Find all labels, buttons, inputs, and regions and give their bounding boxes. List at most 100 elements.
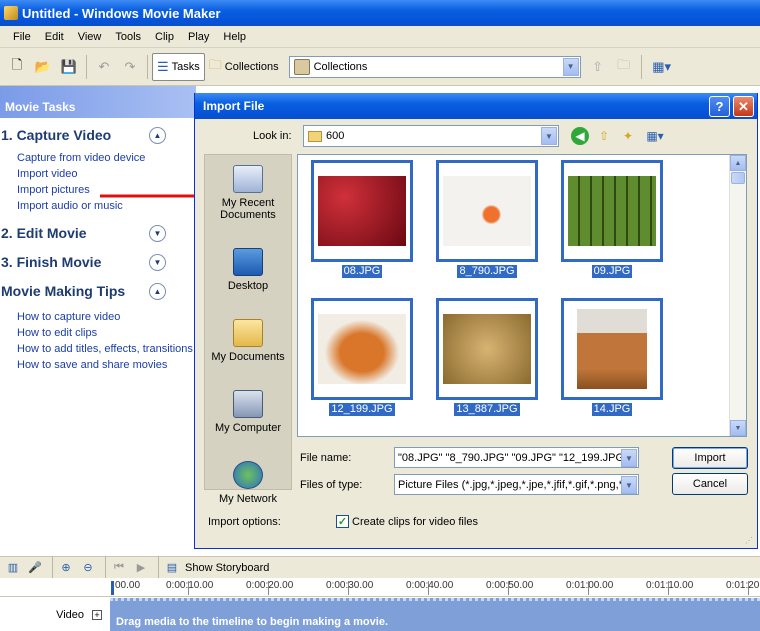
chevron-down-icon[interactable]: ▼ [541, 127, 557, 145]
timeline-options-icon[interactable]: ▥ [4, 559, 22, 577]
movie-tasks-header: Movie Tasks [0, 86, 196, 118]
section-edit-movie[interactable]: 2. Edit Movie ▼ [0, 220, 196, 246]
menu-play[interactable]: Play [181, 31, 216, 43]
narrate-microphone-icon[interactable]: 🎤 [26, 559, 44, 577]
place-label: My Computer [214, 422, 282, 434]
link-how-to-add-titles[interactable]: How to add titles, effects, transitions [0, 341, 196, 357]
menu-file[interactable]: File [6, 31, 38, 43]
save-project-icon[interactable]: 💾 [58, 56, 80, 78]
open-project-icon[interactable]: 📂 [32, 56, 54, 78]
section-capture-video[interactable]: 1. Capture Video ▲ [0, 122, 196, 148]
zoom-out-icon[interactable]: ⊖ [79, 559, 97, 577]
image-8-790 [443, 176, 531, 246]
rewind-icon[interactable]: ⏮ [110, 559, 128, 577]
chevron-up-icon[interactable]: ▲ [149, 282, 166, 300]
zoom-in-icon[interactable]: ⊕ [57, 559, 75, 577]
link-capture-from-device[interactable]: Capture from video device [0, 150, 196, 166]
views-icon[interactable]: ▦▾ [648, 56, 676, 78]
link-how-to-edit-clips[interactable]: How to edit clips [0, 325, 196, 341]
file-name-combobox[interactable]: "08.JPG" "8_790.JPG" "09.JPG" "12_199.JP… [394, 447, 639, 468]
look-in-dropdown[interactable]: 600 ▼ [303, 125, 559, 147]
undo-icon[interactable]: ↶ [93, 56, 115, 78]
files-of-type-dropdown[interactable]: Picture Files (*.jpg,*.jpeg,*.jpe,*.jfif… [394, 474, 639, 495]
help-button[interactable]: ? [709, 96, 730, 117]
file-thumbnail[interactable]: 14.JPG [561, 298, 663, 416]
up-folder-icon[interactable]: ⇧ [595, 127, 613, 145]
desktop-icon [233, 248, 263, 276]
chevron-down-icon[interactable]: ▼ [621, 476, 637, 494]
chevron-down-icon[interactable]: ▼ [621, 449, 637, 467]
menu-view[interactable]: View [71, 31, 109, 43]
look-in-label: Look in: [253, 130, 292, 142]
view-menu-icon[interactable]: ▦▾ [643, 127, 667, 145]
ruler-tick: 0:01:00.00 [566, 580, 614, 591]
toolbar-separator [105, 555, 106, 580]
file-list: 08.JPG 8_790.JPG 09.JPG 12_199.JPG 13_88… [297, 154, 747, 437]
places-bar: My Recent Documents Desktop My Documents… [204, 154, 292, 505]
file-thumbnail[interactable]: 8_790.JPG [436, 160, 538, 278]
window-title: Untitled - Windows Movie Maker [22, 5, 221, 21]
collections-button[interactable]: 🗀 Collections [205, 53, 283, 81]
collections-folder-icon: 🗀 [208, 56, 222, 72]
create-clips-checkbox[interactable]: ✓ [336, 515, 349, 528]
file-list-scrollbar[interactable]: ▲ ▼ [729, 155, 746, 436]
thumbnail-frame [436, 298, 538, 400]
ruler-tick: 00.00 [115, 580, 141, 591]
ruler-tick: 0:00:30.00 [326, 580, 374, 591]
resize-grip-icon[interactable]: ⋰ [745, 536, 755, 546]
file-thumbnail[interactable]: 09.JPG [561, 160, 663, 278]
look-in-value: 600 [326, 130, 345, 142]
show-storyboard-button[interactable]: Show Storyboard [185, 562, 269, 574]
image-14 [577, 309, 647, 389]
menu-edit[interactable]: Edit [38, 31, 71, 43]
section-movie-making-tips[interactable]: Movie Making Tips ▲ [0, 278, 196, 304]
chevron-up-icon[interactable]: ▲ [149, 126, 166, 144]
place-desktop[interactable]: Desktop [205, 226, 291, 297]
chevron-down-icon[interactable]: ▼ [149, 224, 166, 242]
timeline-ruler[interactable]: 00.00 0:00:10.00 0:00:20.00 0:00:30.00 0… [0, 578, 760, 597]
menu-bar: File Edit View Tools Clip Play Help [0, 26, 760, 48]
play-icon[interactable]: ▶ [132, 559, 150, 577]
folder-icon [308, 130, 322, 142]
section-finish-movie[interactable]: 3. Finish Movie ▼ [0, 249, 196, 275]
place-recent-documents[interactable]: My Recent Documents [205, 155, 291, 226]
file-thumbnail[interactable]: 12_199.JPG [311, 298, 413, 416]
collections-dropdown[interactable]: Collections ▼ [288, 55, 581, 78]
collections-label: Collections [224, 60, 279, 73]
new-folder-icon[interactable]: ✦ [619, 127, 637, 145]
link-how-to-capture[interactable]: How to capture video [0, 309, 196, 325]
place-my-network[interactable]: My Network [205, 439, 291, 510]
expand-track-icon[interactable]: + [92, 609, 102, 620]
chevron-up-icon[interactable]: ▲ [730, 155, 746, 171]
file-name-caption: 13_887.JPG [454, 403, 520, 416]
place-my-computer[interactable]: My Computer [205, 368, 291, 439]
new-collection-icon[interactable]: 🗀 [613, 56, 635, 78]
menu-help[interactable]: Help [216, 31, 253, 43]
link-import-video[interactable]: Import video [0, 166, 196, 182]
cancel-button[interactable]: Cancel [672, 473, 748, 495]
chevron-down-icon[interactable]: ▼ [149, 253, 166, 271]
section-title: Movie Making Tips [1, 283, 126, 299]
menu-clip[interactable]: Clip [148, 31, 181, 43]
tasks-button[interactable]: ☰ Tasks [152, 52, 205, 81]
playhead[interactable] [111, 581, 114, 595]
file-thumbnail[interactable]: 08.JPG [311, 160, 413, 278]
file-thumbnail[interactable]: 13_887.JPG [436, 298, 538, 416]
video-track[interactable]: Drag media to the timeline to begin maki… [110, 598, 760, 631]
section-title: 2. Edit Movie [1, 225, 87, 241]
link-how-to-save-share[interactable]: How to save and share movies [0, 357, 196, 373]
back-icon[interactable]: ◀ [571, 127, 589, 145]
video-track-header: Video + [0, 598, 110, 631]
chevron-down-icon[interactable]: ▼ [730, 420, 746, 436]
redo-icon[interactable]: ↷ [119, 56, 141, 78]
import-button[interactable]: Import [672, 447, 748, 469]
chevron-down-icon[interactable]: ▼ [562, 57, 579, 76]
thumbnail-frame [561, 298, 663, 400]
close-button[interactable]: ✕ [733, 96, 754, 117]
file-name-caption: 12_199.JPG [329, 403, 395, 416]
place-my-documents[interactable]: My Documents [205, 297, 291, 368]
menu-tools[interactable]: Tools [108, 31, 148, 43]
up-level-icon[interactable]: ⇧ [587, 56, 609, 78]
scrollbar-thumb[interactable] [731, 172, 745, 184]
new-project-icon[interactable]: 🗋 [6, 56, 28, 78]
